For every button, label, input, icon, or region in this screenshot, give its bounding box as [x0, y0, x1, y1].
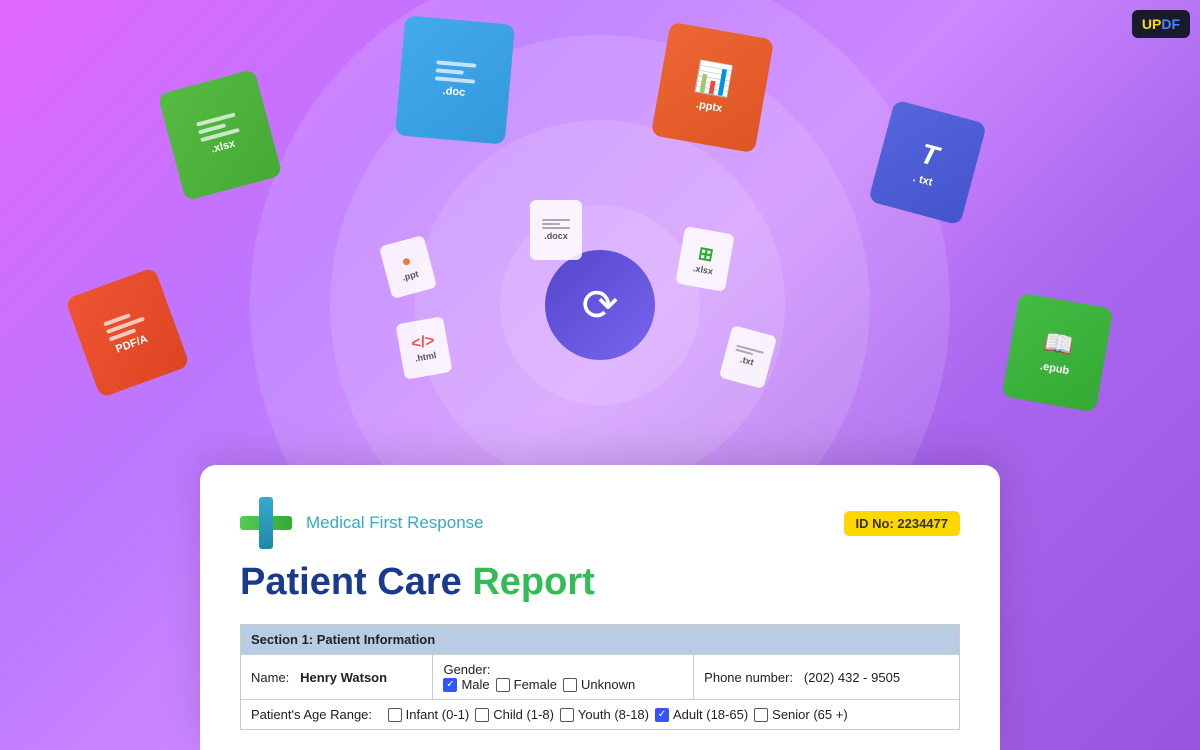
age-adult: Adult (18-65)	[655, 707, 748, 722]
gender-male: Male	[443, 677, 489, 692]
file-icon-pdfa-large: PDF/A	[65, 267, 190, 398]
age-youth-label: Youth (8-18)	[578, 707, 649, 722]
title-part2: Report	[472, 561, 594, 603]
updf-df: DF	[1161, 16, 1180, 32]
file-ext-xlsx: .xlsx	[210, 138, 237, 156]
file-icon-pptx-large: 📊 .pptx	[651, 22, 774, 153]
checkbox-youth	[560, 708, 574, 722]
age-range-cell: Patient's Age Range: Infant (0-1) Child …	[241, 700, 960, 730]
sync-button[interactable]: ⟳	[545, 250, 655, 360]
name-value: Henry Watson	[300, 670, 387, 685]
file-ext-pptx: .pptx	[695, 99, 723, 115]
doc-logo-section: Medical First Response	[240, 497, 484, 549]
medical-logo	[240, 497, 292, 549]
gender-unknown-label: Unknown	[581, 677, 635, 692]
age-infant: Infant (0-1)	[388, 707, 470, 722]
file-ext-doc: .doc	[442, 85, 466, 99]
checkbox-senior	[754, 708, 768, 722]
document-panel: Medical First Response ID No: 2234477 Pa…	[200, 465, 1000, 750]
icon-line	[436, 68, 464, 74]
age-infant-label: Infant (0-1)	[406, 707, 470, 722]
file-icon-docx-small: .docx	[530, 200, 582, 260]
file-ext-txt-small: .txt	[739, 354, 755, 367]
checkbox-child	[475, 708, 489, 722]
checkbox-unknown	[563, 678, 577, 692]
file-ext-xlsx-small: .xlsx	[692, 263, 713, 276]
gender-label: Gender:	[443, 662, 490, 677]
file-ext-html-small: .html	[414, 350, 437, 364]
age-senior-label: Senior (65 +)	[772, 707, 848, 722]
file-icon-epub-large: 📖 .epub	[1002, 293, 1114, 413]
updf-up: UP	[1142, 16, 1161, 32]
file-icon-xlsx-small: ⊞ .xlsx	[675, 226, 734, 292]
file-ext-epub: .epub	[1039, 360, 1070, 377]
phone-value: (202) 432 - 9505	[804, 670, 900, 685]
phone-cell: Phone number: (202) 432 - 9505	[694, 655, 960, 700]
checkbox-adult	[655, 708, 669, 722]
age-senior: Senior (65 +)	[754, 707, 848, 722]
age-options: Patient's Age Range: Infant (0-1) Child …	[251, 707, 949, 722]
age-child: Child (1-8)	[475, 707, 554, 722]
name-label: Name:	[251, 670, 289, 685]
report-title: Patient Care Report	[240, 561, 960, 604]
gender-female-label: Female	[514, 677, 557, 692]
gender-female: Female	[496, 677, 557, 692]
icon-line	[435, 76, 475, 83]
phone-label: Phone number:	[704, 670, 793, 685]
file-ext-docx-small: .docx	[544, 231, 568, 241]
file-icon-doc-large: .doc	[395, 15, 515, 144]
gender-male-label: Male	[461, 677, 489, 692]
updf-logo: UPDF	[1132, 10, 1190, 38]
id-badge: ID No: 2234477	[844, 511, 961, 536]
gender-cell: Gender: Male Female Unknown	[433, 655, 694, 700]
sline	[542, 227, 570, 229]
icon-line	[436, 60, 476, 67]
file-ext-txt: . txt	[912, 172, 934, 189]
checkbox-infant	[388, 708, 402, 722]
gender-options: Male Female Unknown	[443, 677, 683, 692]
cross-vertical	[259, 497, 273, 549]
sline	[542, 223, 560, 225]
age-range-label: Patient's Age Range:	[251, 707, 372, 722]
age-youth: Youth (8-18)	[560, 707, 649, 722]
file-icon-html-small: </> .html	[396, 316, 453, 379]
org-name: Medical First Response	[306, 513, 484, 533]
title-part1: Patient Care	[240, 561, 472, 603]
checkbox-female	[496, 678, 510, 692]
name-cell: Name: Henry Watson	[241, 655, 433, 700]
gender-unknown: Unknown	[563, 677, 635, 692]
age-child-label: Child (1-8)	[493, 707, 554, 722]
sline	[542, 219, 570, 221]
section1-header: Section 1: Patient Information	[241, 625, 960, 655]
doc-header: Medical First Response ID No: 2234477	[240, 497, 960, 549]
sync-icon: ⟳	[582, 280, 619, 331]
patient-info-table: Section 1: Patient Information Name: Hen…	[240, 624, 960, 730]
checkbox-male	[443, 678, 457, 692]
age-adult-label: Adult (18-65)	[673, 707, 748, 722]
